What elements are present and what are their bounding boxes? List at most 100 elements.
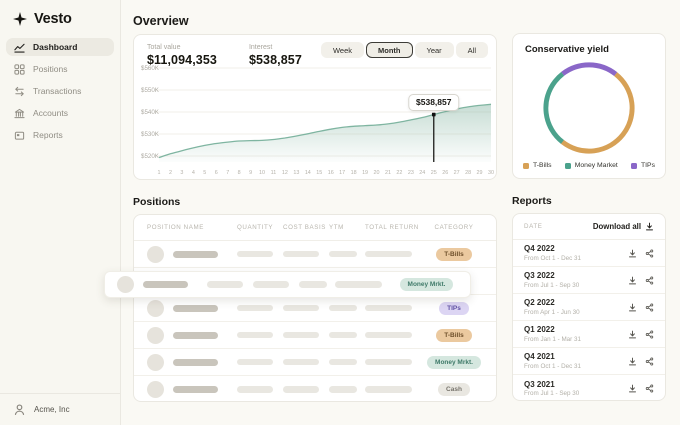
stat-label: Interest bbox=[249, 44, 302, 51]
sidebar-item-transactions[interactable]: Transactions bbox=[6, 82, 114, 100]
report-date-range: From Jul 1 - Sep 30 bbox=[524, 282, 579, 289]
sidebar-item-reports[interactable]: Reports bbox=[6, 126, 114, 144]
range-button-label: Year bbox=[427, 46, 442, 55]
share-icon[interactable] bbox=[645, 303, 654, 312]
reports-list: Q4 2022 From Oct 1 - Dec 31 Q3 2022 From… bbox=[513, 240, 665, 402]
ytm-skeleton bbox=[329, 305, 357, 312]
line-chart-icon bbox=[14, 42, 25, 53]
cost-basis-skeleton bbox=[283, 359, 319, 366]
arrows-swap-icon bbox=[14, 86, 25, 97]
range-button[interactable]: Year bbox=[415, 42, 454, 58]
sidebar-item-dashboard[interactable]: Dashboard bbox=[6, 38, 114, 56]
sidebar-item-positions[interactable]: Positions bbox=[6, 60, 114, 78]
total-return-skeleton bbox=[365, 305, 412, 312]
range-button[interactable]: Week bbox=[321, 42, 364, 58]
report-row[interactable]: Q3 2022 From Jul 1 - Sep 30 bbox=[513, 267, 665, 294]
yield-donut-chart bbox=[540, 59, 638, 157]
download-icon[interactable] bbox=[628, 330, 637, 339]
sidebar-item-label: Dashboard bbox=[33, 42, 77, 52]
sidebar-item-label: Reports bbox=[33, 130, 63, 140]
quantity-skeleton bbox=[237, 305, 273, 312]
chart-hover-region[interactable] bbox=[156, 65, 491, 171]
report-row[interactable]: Q4 2021 From Oct 1 - Dec 31 bbox=[513, 348, 665, 375]
cost-basis-skeleton bbox=[253, 281, 289, 288]
position-name-skeleton bbox=[173, 305, 218, 312]
app-name: Vesto bbox=[34, 11, 72, 27]
ytm-skeleton bbox=[329, 332, 357, 339]
share-icon[interactable] bbox=[645, 249, 654, 258]
cost-basis-skeleton bbox=[283, 332, 319, 339]
report-row[interactable]: Q4 2022 From Oct 1 - Dec 31 bbox=[513, 240, 665, 267]
quantity-skeleton bbox=[237, 359, 273, 366]
report-date-range: From Apr 1 - Jun 30 bbox=[524, 309, 580, 316]
quantity-skeleton bbox=[237, 251, 273, 258]
report-date-range: From Oct 1 - Dec 31 bbox=[524, 255, 581, 262]
report-card-icon bbox=[14, 130, 25, 141]
column-header: Cost basis bbox=[283, 224, 329, 231]
range-button-label: Week bbox=[333, 46, 352, 55]
range-button[interactable]: Month bbox=[366, 42, 413, 58]
page-title: Overview bbox=[133, 14, 497, 28]
report-row[interactable]: Q1 2022 From Jan 1 - Mar 31 bbox=[513, 321, 665, 348]
range-selector: Week Month Year All bbox=[321, 42, 488, 58]
positions-table-body: T-Bills bbox=[134, 241, 496, 403]
position-name-skeleton bbox=[173, 332, 218, 339]
total-return-skeleton bbox=[365, 386, 412, 393]
position-name-skeleton bbox=[173, 386, 218, 393]
position-row[interactable]: T-Bills bbox=[134, 322, 496, 349]
download-icon[interactable] bbox=[628, 276, 637, 285]
dragged-position-row[interactable]: Money Mrkt. bbox=[104, 271, 471, 298]
total-return-skeleton bbox=[335, 281, 382, 288]
ytm-skeleton bbox=[329, 359, 357, 366]
column-header: Category bbox=[435, 224, 474, 231]
stat: Interest $538,857 bbox=[249, 44, 302, 67]
total-return-skeleton bbox=[365, 332, 412, 339]
download-icon[interactable] bbox=[628, 303, 637, 312]
position-avatar-skeleton bbox=[147, 381, 164, 398]
ytm-skeleton bbox=[329, 386, 357, 393]
column-header: Quantity bbox=[237, 224, 283, 231]
category-badge: T-Bills bbox=[436, 248, 472, 261]
category-badge: Money Mrkt. bbox=[427, 356, 481, 369]
org-switcher[interactable]: Acme, Inc bbox=[0, 393, 120, 425]
download-icon[interactable] bbox=[628, 249, 637, 258]
user-icon bbox=[13, 403, 26, 416]
sidebar-nav: Dashboard Positions Transactions Account… bbox=[0, 36, 120, 150]
range-button[interactable]: All bbox=[456, 42, 488, 58]
share-icon[interactable] bbox=[645, 357, 654, 366]
position-row[interactable]: T-Bills bbox=[134, 241, 496, 268]
report-quarter: Q2 2022 bbox=[524, 298, 580, 307]
position-name-skeleton bbox=[173, 359, 218, 366]
position-name-skeleton bbox=[173, 251, 218, 258]
position-avatar-skeleton bbox=[147, 246, 164, 263]
grid-icon bbox=[14, 64, 25, 75]
position-row[interactable]: TIPs bbox=[134, 295, 496, 322]
total-return-skeleton bbox=[365, 359, 412, 366]
quantity-skeleton bbox=[237, 386, 273, 393]
donut-legend: T-Bills Money Market TIPs bbox=[523, 162, 655, 169]
report-row[interactable]: Q2 2022 From Apr 1 - Jun 30 bbox=[513, 294, 665, 321]
reports-header: Date Download all bbox=[513, 214, 665, 240]
position-row[interactable]: Money Mrkt. bbox=[134, 349, 496, 376]
legend-item-tips: TIPs bbox=[631, 162, 655, 169]
report-row[interactable]: Q3 2021 From Jul 1 - Sep 30 bbox=[513, 375, 665, 402]
download-icon[interactable] bbox=[628, 357, 637, 366]
download-all-button[interactable]: Download all bbox=[593, 222, 654, 231]
download-icon bbox=[645, 222, 654, 231]
download-icon[interactable] bbox=[628, 384, 637, 393]
share-icon[interactable] bbox=[645, 276, 654, 285]
total-return-skeleton bbox=[365, 251, 412, 258]
position-row[interactable]: Cash bbox=[134, 376, 496, 403]
cost-basis-skeleton bbox=[283, 251, 319, 258]
share-icon[interactable] bbox=[645, 330, 654, 339]
column-header: Position name bbox=[147, 224, 237, 231]
sidebar-item-accounts[interactable]: Accounts bbox=[6, 104, 114, 122]
sidebar-item-label: Accounts bbox=[33, 108, 68, 118]
share-icon[interactable] bbox=[645, 384, 654, 393]
yield-card: Conservative yield T-Bills Money Market … bbox=[512, 33, 666, 179]
app-logo[interactable]: Vesto bbox=[0, 0, 120, 36]
legend-item-tbills: T-Bills bbox=[523, 162, 552, 169]
report-date-range: From Oct 1 - Dec 31 bbox=[524, 363, 581, 370]
sidebar-item-label: Positions bbox=[33, 64, 68, 74]
quantity-skeleton bbox=[237, 332, 273, 339]
